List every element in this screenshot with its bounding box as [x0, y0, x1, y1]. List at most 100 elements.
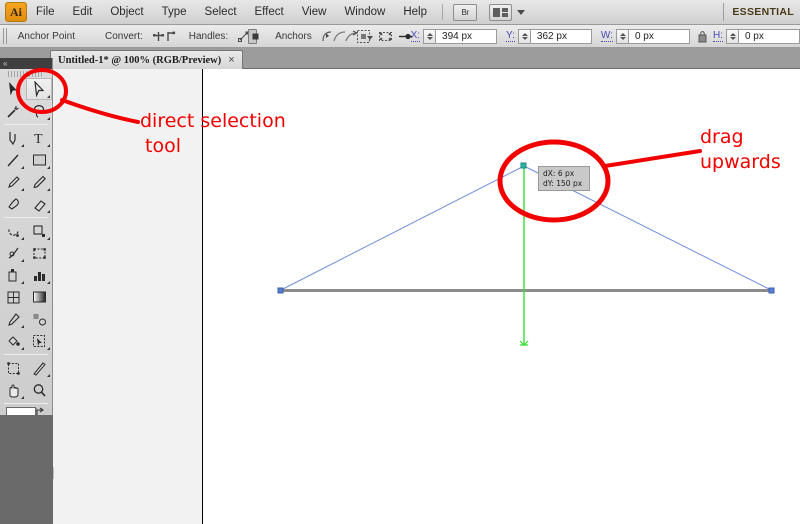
- y-field-label: Y:: [506, 30, 515, 42]
- h-input[interactable]: 0 px: [737, 28, 800, 44]
- sidebar-item-pen-tool[interactable]: [0, 127, 26, 149]
- control-bar: Anchor Point Convert: Handles: Anchors X…: [0, 25, 800, 48]
- sidebar-item-line-segment-tool[interactable]: [0, 149, 26, 171]
- reference-point-icon[interactable]: [398, 29, 412, 44]
- convert-to-corner-icon[interactable]: [151, 29, 164, 44]
- control-bar-grip[interactable]: [3, 28, 7, 44]
- sidebar-item-lasso-tool[interactable]: [26, 100, 52, 122]
- arrange-documents-icon[interactable]: [489, 3, 512, 21]
- tool-flyout-corner-icon[interactable]: [21, 144, 24, 147]
- chevron-down-icon[interactable]: [517, 9, 525, 15]
- tool-flyout-corner-icon[interactable]: [47, 117, 50, 120]
- sidebar-item-live-paint-bucket-tool[interactable]: [0, 330, 26, 352]
- anchor-point-label: Anchor Point: [17, 30, 75, 42]
- tool-flyout-corner-icon[interactable]: [21, 166, 24, 169]
- w-stepper[interactable]: [615, 28, 628, 44]
- cut-path-icon[interactable]: [332, 29, 345, 44]
- sidebar-item-slice-tool[interactable]: [26, 357, 52, 379]
- sidebar-item-eraser-tool[interactable]: [26, 193, 52, 215]
- tool-divider: [4, 403, 48, 404]
- w-field-group: W: 0 px: [600, 28, 690, 44]
- x-stepper[interactable]: [423, 28, 436, 44]
- tool-flyout-corner-icon[interactable]: [21, 396, 24, 399]
- go-to-bridge-icon[interactable]: Br: [453, 3, 477, 21]
- x-input[interactable]: 394 px: [435, 28, 498, 44]
- h-stepper[interactable]: [725, 28, 738, 44]
- sidebar-item-mesh-tool[interactable]: [0, 286, 26, 308]
- y-stepper[interactable]: [517, 28, 530, 44]
- annotation-drag-line2: upwards: [700, 151, 781, 173]
- sidebar-item-direct-selection-tool[interactable]: [26, 78, 52, 100]
- sidebar-item-selection-tool[interactable]: [0, 78, 26, 100]
- w-field-label: W:: [600, 30, 613, 42]
- menu-help[interactable]: Help: [394, 0, 436, 25]
- sidebar-item-magic-wand-tool[interactable]: [0, 100, 26, 122]
- tool-flyout-corner-icon[interactable]: [47, 188, 50, 191]
- y-input[interactable]: 362 px: [529, 28, 592, 44]
- sidebar-item-artboard-tool[interactable]: [0, 357, 26, 379]
- tooltip-dx-value: 6 px: [557, 169, 575, 178]
- convert-to-smooth-icon[interactable]: [163, 29, 175, 44]
- tool-group-drawing: T: [0, 127, 52, 215]
- tool-flyout-corner-icon[interactable]: [47, 237, 50, 240]
- document-tab[interactable]: Untitled-1* @ 100% (RGB/Preview) ×: [50, 50, 243, 69]
- transform-each-icon[interactable]: [378, 29, 392, 44]
- sidebar-item-symbol-sprayer-tool[interactable]: [0, 264, 26, 286]
- menu-file[interactable]: File: [27, 0, 64, 25]
- sidebar-item-live-paint-selection-tool[interactable]: [26, 330, 52, 352]
- tooltip-dx-row: dX: 6 px: [543, 169, 589, 179]
- sidebar-item-scale-tool[interactable]: [26, 220, 52, 242]
- tool-flyout-corner-icon[interactable]: [47, 374, 50, 377]
- tools-panel-collapse-icon[interactable]: «: [0, 58, 52, 69]
- sidebar-item-rectangle-tool[interactable]: [26, 149, 52, 171]
- tooltip-dy-value: 150 px: [556, 179, 583, 188]
- align-objects-icon[interactable]: [356, 29, 370, 44]
- tool-flyout-corner-icon[interactable]: [47, 347, 50, 350]
- sidebar-item-eyedropper-tool[interactable]: [0, 308, 26, 330]
- sidebar-item-hand-tool[interactable]: [0, 379, 26, 401]
- tool-flyout-corner-icon[interactable]: [21, 281, 24, 284]
- tool-flyout-corner-icon[interactable]: [21, 347, 24, 350]
- sidebar-item-rotate-tool[interactable]: [0, 220, 26, 242]
- menu-view[interactable]: View: [293, 0, 336, 25]
- workspace-switcher[interactable]: ESSENTIAL: [724, 6, 800, 18]
- tool-flyout-corner-icon[interactable]: [47, 95, 50, 98]
- menu-type[interactable]: Type: [153, 0, 196, 25]
- sidebar-item-zoom-tool[interactable]: [26, 379, 52, 401]
- menu-select[interactable]: Select: [196, 0, 246, 25]
- hide-handles-icon[interactable]: [248, 28, 259, 44]
- sidebar-item-type-tool[interactable]: T: [26, 127, 52, 149]
- sidebar-item-paintbrush-tool[interactable]: [0, 171, 26, 193]
- tools-panel: « T: [0, 58, 54, 500]
- y-field-group: Y: 362 px: [506, 28, 592, 44]
- tools-panel-grip[interactable]: [8, 71, 44, 77]
- show-handles-icon[interactable]: [236, 29, 249, 44]
- sidebar-item-column-graph-tool[interactable]: [26, 264, 52, 286]
- document-tab-title: Untitled-1* @ 100% (RGB/Preview): [58, 54, 222, 66]
- tool-flyout-corner-icon[interactable]: [47, 210, 50, 213]
- tool-flyout-corner-icon[interactable]: [21, 188, 24, 191]
- sidebar-item-blob-brush-tool[interactable]: [0, 193, 26, 215]
- tool-flyout-corner-icon[interactable]: [47, 144, 50, 147]
- tool-flyout-corner-icon[interactable]: [47, 281, 50, 284]
- connect-points-icon[interactable]: [344, 29, 358, 44]
- remove-anchor-point-icon[interactable]: [320, 29, 331, 44]
- w-input[interactable]: 0 px: [627, 28, 690, 44]
- menu-window[interactable]: Window: [335, 0, 394, 25]
- tool-flyout-corner-icon[interactable]: [21, 237, 24, 240]
- sidebar-item-blend-tool[interactable]: [26, 308, 52, 330]
- sidebar-item-gradient-tool[interactable]: [26, 286, 52, 308]
- sidebar-item-pencil-tool[interactable]: [26, 171, 52, 193]
- close-icon[interactable]: ×: [228, 54, 234, 66]
- tool-flyout-corner-icon[interactable]: [21, 325, 24, 328]
- menu-effect[interactable]: Effect: [246, 0, 293, 25]
- menu-edit[interactable]: Edit: [64, 0, 102, 25]
- tool-flyout-corner-icon[interactable]: [47, 166, 50, 169]
- tool-flyout-corner-icon[interactable]: [21, 259, 24, 262]
- sidebar-item-free-transform-tool[interactable]: [26, 242, 52, 264]
- menu-object[interactable]: Object: [101, 0, 152, 25]
- constrain-proportions-icon[interactable]: [698, 30, 707, 43]
- tool-group-selection: [0, 78, 52, 122]
- sidebar-item-width-tool[interactable]: [0, 242, 26, 264]
- anchors-label: Anchors: [275, 30, 312, 42]
